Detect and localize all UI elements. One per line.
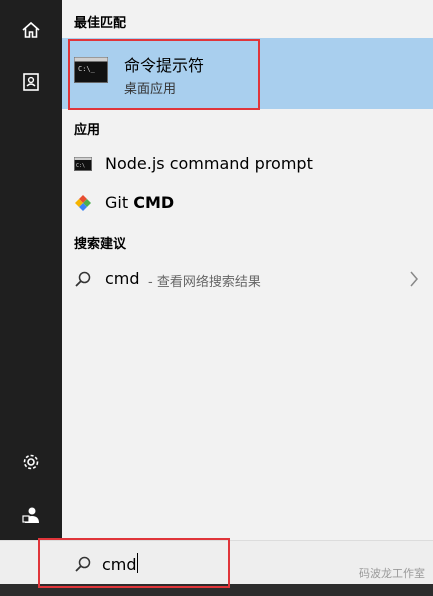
section-search-suggestions-header: 搜索建议: [74, 237, 127, 252]
suggestion-hint: - 查看网络搜索结果: [148, 275, 261, 290]
suggestion-query: cmd: [105, 269, 140, 288]
best-match-item[interactable]: C:\_ 命令提示符 桌面应用: [62, 38, 433, 109]
best-match-subtitle: 桌面应用: [124, 82, 177, 97]
search-input[interactable]: [102, 551, 302, 577]
left-rail: [0, 0, 62, 540]
git-icon: [74, 194, 92, 212]
document-icon[interactable]: [18, 69, 44, 95]
chevron-right-icon[interactable]: [409, 270, 419, 288]
taskbar: [0, 584, 433, 596]
app-label-nodejs: Node.js command prompt: [105, 154, 313, 173]
settings-icon[interactable]: [18, 449, 44, 475]
section-apps-header: 应用: [74, 123, 101, 138]
watermark: 码波龙工作室: [359, 567, 425, 580]
suggestion-item-cmd[interactable]: cmd - 查看网络搜索结果: [62, 261, 433, 297]
app-item-nodejs[interactable]: C:\ Node.js command prompt: [62, 146, 433, 182]
user-icon[interactable]: [18, 502, 44, 528]
app-item-git-cmd[interactable]: Git CMD: [62, 185, 433, 221]
results-panel: 最佳匹配 C:\_ 命令提示符 桌面应用 应用 C:\ Node.js comm…: [62, 0, 433, 540]
search-bar-icon: [74, 555, 92, 573]
terminal-icon: C:\_: [74, 57, 108, 83]
home-icon[interactable]: [18, 17, 44, 43]
search-start-menu: 最佳匹配 C:\_ 命令提示符 桌面应用 应用 C:\ Node.js comm…: [0, 0, 433, 596]
svg-text:C:\: C:\: [76, 163, 85, 169]
search-icon: [74, 270, 92, 288]
app-label-git-cmd: Git CMD: [105, 193, 175, 212]
svg-text:C:\_: C:\_: [78, 65, 96, 73]
best-match-title: 命令提示符: [124, 56, 205, 75]
text-caret: [137, 553, 138, 573]
terminal-small-icon: C:\: [74, 155, 92, 173]
section-best-match-header: 最佳匹配: [74, 16, 127, 31]
